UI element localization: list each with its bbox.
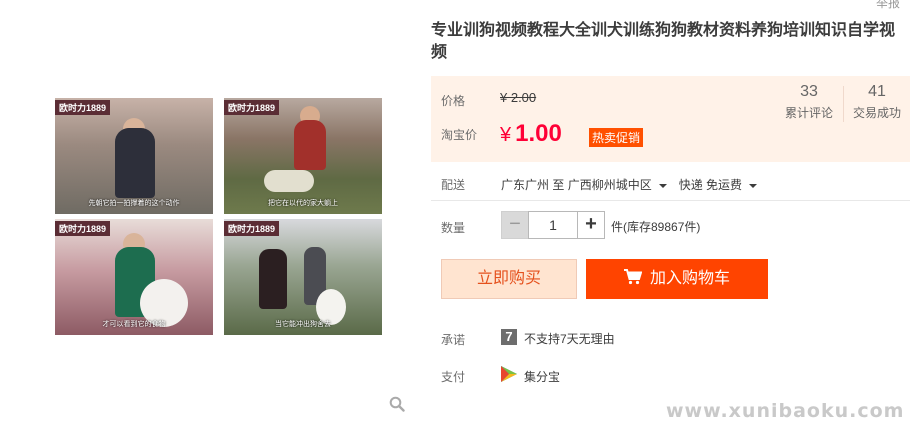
brand-tag: 欧时力1889 xyxy=(224,221,280,236)
video-still-3: 欧时力1889 才可以看到它的食物 xyxy=(55,219,213,335)
payment-label: 支付 xyxy=(441,370,466,384)
shipping-info: 广东广州 至 广西柳州城中区 快递 免运费 xyxy=(501,176,769,193)
magnifier-icon[interactable] xyxy=(389,396,405,412)
quantity-input[interactable]: 1 xyxy=(528,211,578,239)
report-link[interactable]: 举报 xyxy=(876,0,900,11)
sales-count: 41 交易成功 xyxy=(849,82,905,124)
video-still-1: 欧时力1889 先朝它拍一拍撑着的这个动作 xyxy=(55,98,213,214)
review-count-number: 33 xyxy=(800,83,818,100)
video-still-4: 欧时力1889 当它能冲出狗舍去 xyxy=(224,219,382,335)
buy-now-button[interactable]: 立即购买 xyxy=(441,259,577,299)
no-7day-return-icon: 7 xyxy=(501,329,517,345)
chevron-down-icon xyxy=(749,183,758,188)
ship-to-select[interactable]: 广西柳州城中区 xyxy=(568,178,679,192)
ship-method: 快递 免运费 xyxy=(678,178,743,192)
price-panel: 价格 ¥ 2.00 淘宝价 ¥1.00 热卖促销 33 累计评论 41 交易成功 xyxy=(431,76,910,162)
promo-badge: 热卖促销 xyxy=(589,128,644,147)
quantity-label: 数量 xyxy=(441,221,466,235)
stat-divider xyxy=(843,86,844,122)
subtitle: 才可以看到它的食物 xyxy=(102,321,166,328)
subtitle: 把它在以代的家大躺上 xyxy=(268,200,338,207)
promise-label: 承诺 xyxy=(441,333,466,347)
cart-icon xyxy=(623,269,642,285)
sales-count-number: 41 xyxy=(868,83,886,100)
brand-tag: 欧时力1889 xyxy=(55,100,111,115)
product-title: 专业训狗视频教程大全训犬训练狗狗教材资料养狗培训知识自学视频 xyxy=(431,22,896,61)
brand-tag: 欧时力1889 xyxy=(55,221,111,236)
promise-text[interactable]: 不支持7天无理由 xyxy=(524,330,615,347)
jifenbao-icon xyxy=(501,366,517,382)
review-count-label: 累计评论 xyxy=(784,106,833,120)
chevron-down-icon xyxy=(658,183,667,188)
brand-tag: 欧时力1889 xyxy=(224,100,280,115)
ship-to: 广西柳州城中区 xyxy=(567,178,652,192)
add-to-cart-label: 加入购物车 xyxy=(649,270,730,287)
payment-method[interactable]: 集分宝 xyxy=(524,368,560,385)
site-watermark: www.xunibaoku.com xyxy=(666,400,905,422)
stock-info: 件(库存89867件) xyxy=(611,220,701,234)
sales-count-label: 交易成功 xyxy=(852,106,901,120)
divider xyxy=(431,200,910,201)
taobao-price-label: 淘宝价 xyxy=(441,128,478,142)
current-price: ¥1.00 xyxy=(500,120,562,148)
orig-price: ¥ 2.00 xyxy=(500,90,537,105)
shipping-label: 配送 xyxy=(441,178,466,192)
ship-method-select[interactable]: 快递 免运费 xyxy=(679,178,769,192)
video-still-2: 欧时力1889 把它在以代的家大躺上 xyxy=(224,98,382,214)
review-count[interactable]: 33 累计评论 xyxy=(783,82,835,124)
subtitle: 先朝它拍一拍撑着的这个动作 xyxy=(88,200,180,207)
quantity-decrease-button[interactable]: − xyxy=(501,211,529,239)
product-image[interactable]: 欧时力1889 先朝它拍一拍撑着的这个动作 欧时力1889 把它在以代的家大躺上… xyxy=(55,98,382,336)
subtitle: 当它能冲出狗舍去 xyxy=(275,321,331,328)
current-price-value: 1.00 xyxy=(515,120,562,147)
orig-price-label: 价格 xyxy=(441,94,466,108)
ship-from: 广东广州 至 xyxy=(501,178,565,192)
quantity-increase-button[interactable]: + xyxy=(577,211,605,239)
currency-symbol: ¥ xyxy=(500,124,512,146)
add-to-cart-button[interactable]: 加入购物车 xyxy=(586,259,768,299)
